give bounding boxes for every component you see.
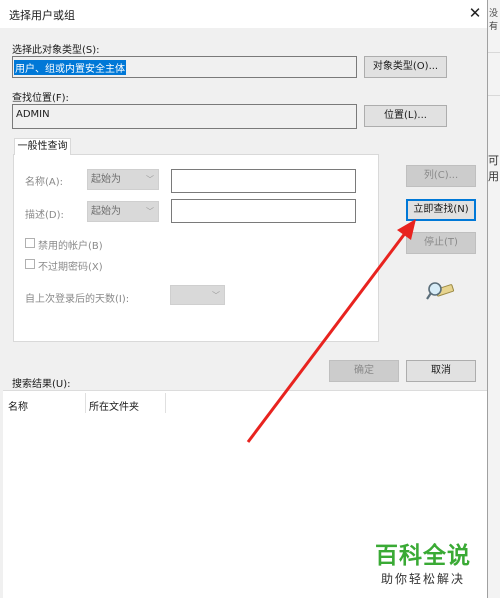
background-divider (488, 95, 500, 96)
no-expire-password-checkbox[interactable] (25, 259, 35, 269)
object-type-label: 选择此对象类型(S): (12, 45, 100, 56)
magnifier-icon (426, 282, 455, 300)
name-mode-value: 起始为 (91, 174, 121, 185)
name-label: 名称(A): (25, 177, 64, 188)
object-type-value: 用户、组或内置安全主体 (14, 60, 126, 75)
object-types-button[interactable]: 对象类型(O)... (364, 56, 447, 78)
days-since-login-combo: ﹀ (170, 285, 225, 305)
disabled-accounts-label: 禁用的帐户(B) (38, 241, 103, 252)
column-header-name[interactable]: 名称 (8, 398, 28, 413)
location-value: ADMIN (16, 109, 50, 120)
columns-button[interactable]: 列(C)... (406, 165, 476, 187)
description-mode-combo: 起始为 ﹀ (87, 201, 159, 222)
name-mode-combo: 起始为 ﹀ (87, 169, 159, 190)
ok-button[interactable]: 确定 (329, 360, 399, 382)
background-window-side-text: 可用 (488, 154, 499, 183)
column-header-folder[interactable]: 所在文件夹 (89, 398, 139, 413)
chevron-down-icon: ﹀ (146, 175, 154, 184)
locations-button[interactable]: 位置(L)... (364, 105, 447, 127)
background-window-top-text: 没有 (489, 9, 499, 32)
location-field: ADMIN (12, 104, 357, 129)
dialog-title: 选择用户或组 (9, 9, 75, 22)
find-now-button[interactable]: 立即查找(N) (406, 199, 476, 221)
location-label: 查找位置(F): (12, 93, 69, 104)
tab-general-query[interactable]: 一般性查询 (14, 138, 71, 155)
name-input[interactable] (171, 169, 356, 193)
background-window (487, 0, 500, 598)
no-expire-password-label: 不过期密码(X) (38, 262, 103, 273)
search-results-label: 搜索结果(U): (12, 379, 71, 390)
description-label: 描述(D): (25, 210, 64, 221)
chevron-down-icon: ﹀ (212, 291, 220, 300)
column-separator (165, 393, 166, 413)
disabled-accounts-checkbox[interactable] (25, 238, 35, 248)
watermark-brand: 百科全说 (375, 543, 471, 569)
description-input[interactable] (171, 199, 356, 223)
days-since-login-label: 自上次登录后的天数(I): (25, 294, 130, 305)
description-mode-value: 起始为 (91, 206, 121, 217)
stop-button[interactable]: 停止(T) (406, 232, 476, 254)
watermark-slogan: 助你轻松解决 (381, 572, 466, 586)
object-type-field: 用户、组或内置安全主体 (12, 56, 357, 78)
chevron-down-icon: ﹀ (146, 207, 154, 216)
background-divider (488, 52, 500, 53)
close-icon[interactable]: ✕ (466, 4, 484, 22)
column-separator (85, 393, 86, 413)
cancel-button[interactable]: 取消 (406, 360, 476, 382)
